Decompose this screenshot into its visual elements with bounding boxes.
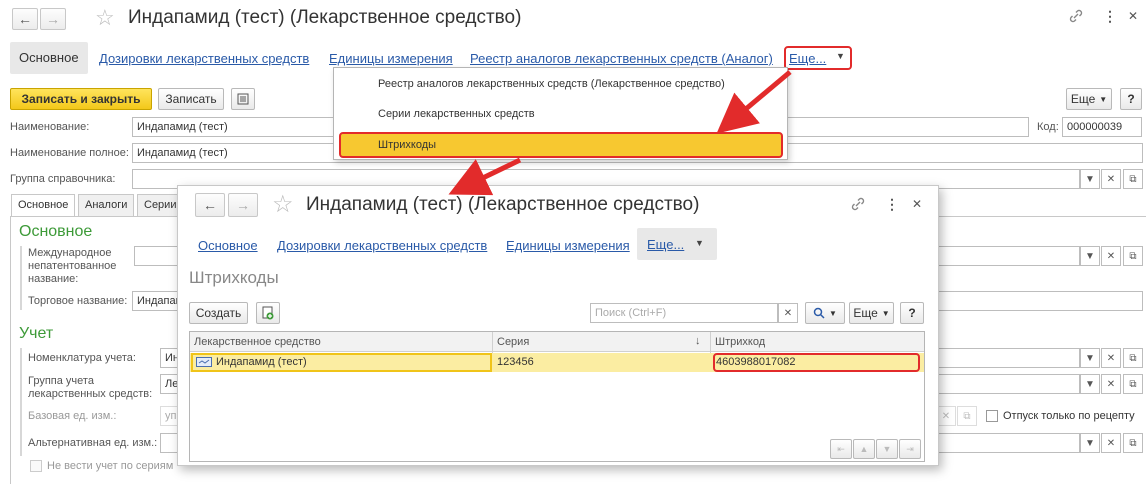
callout-arrows [448,70,792,196]
arrow-to-popup [448,157,522,196]
arrow-to-barcodes-menu [716,70,792,134]
